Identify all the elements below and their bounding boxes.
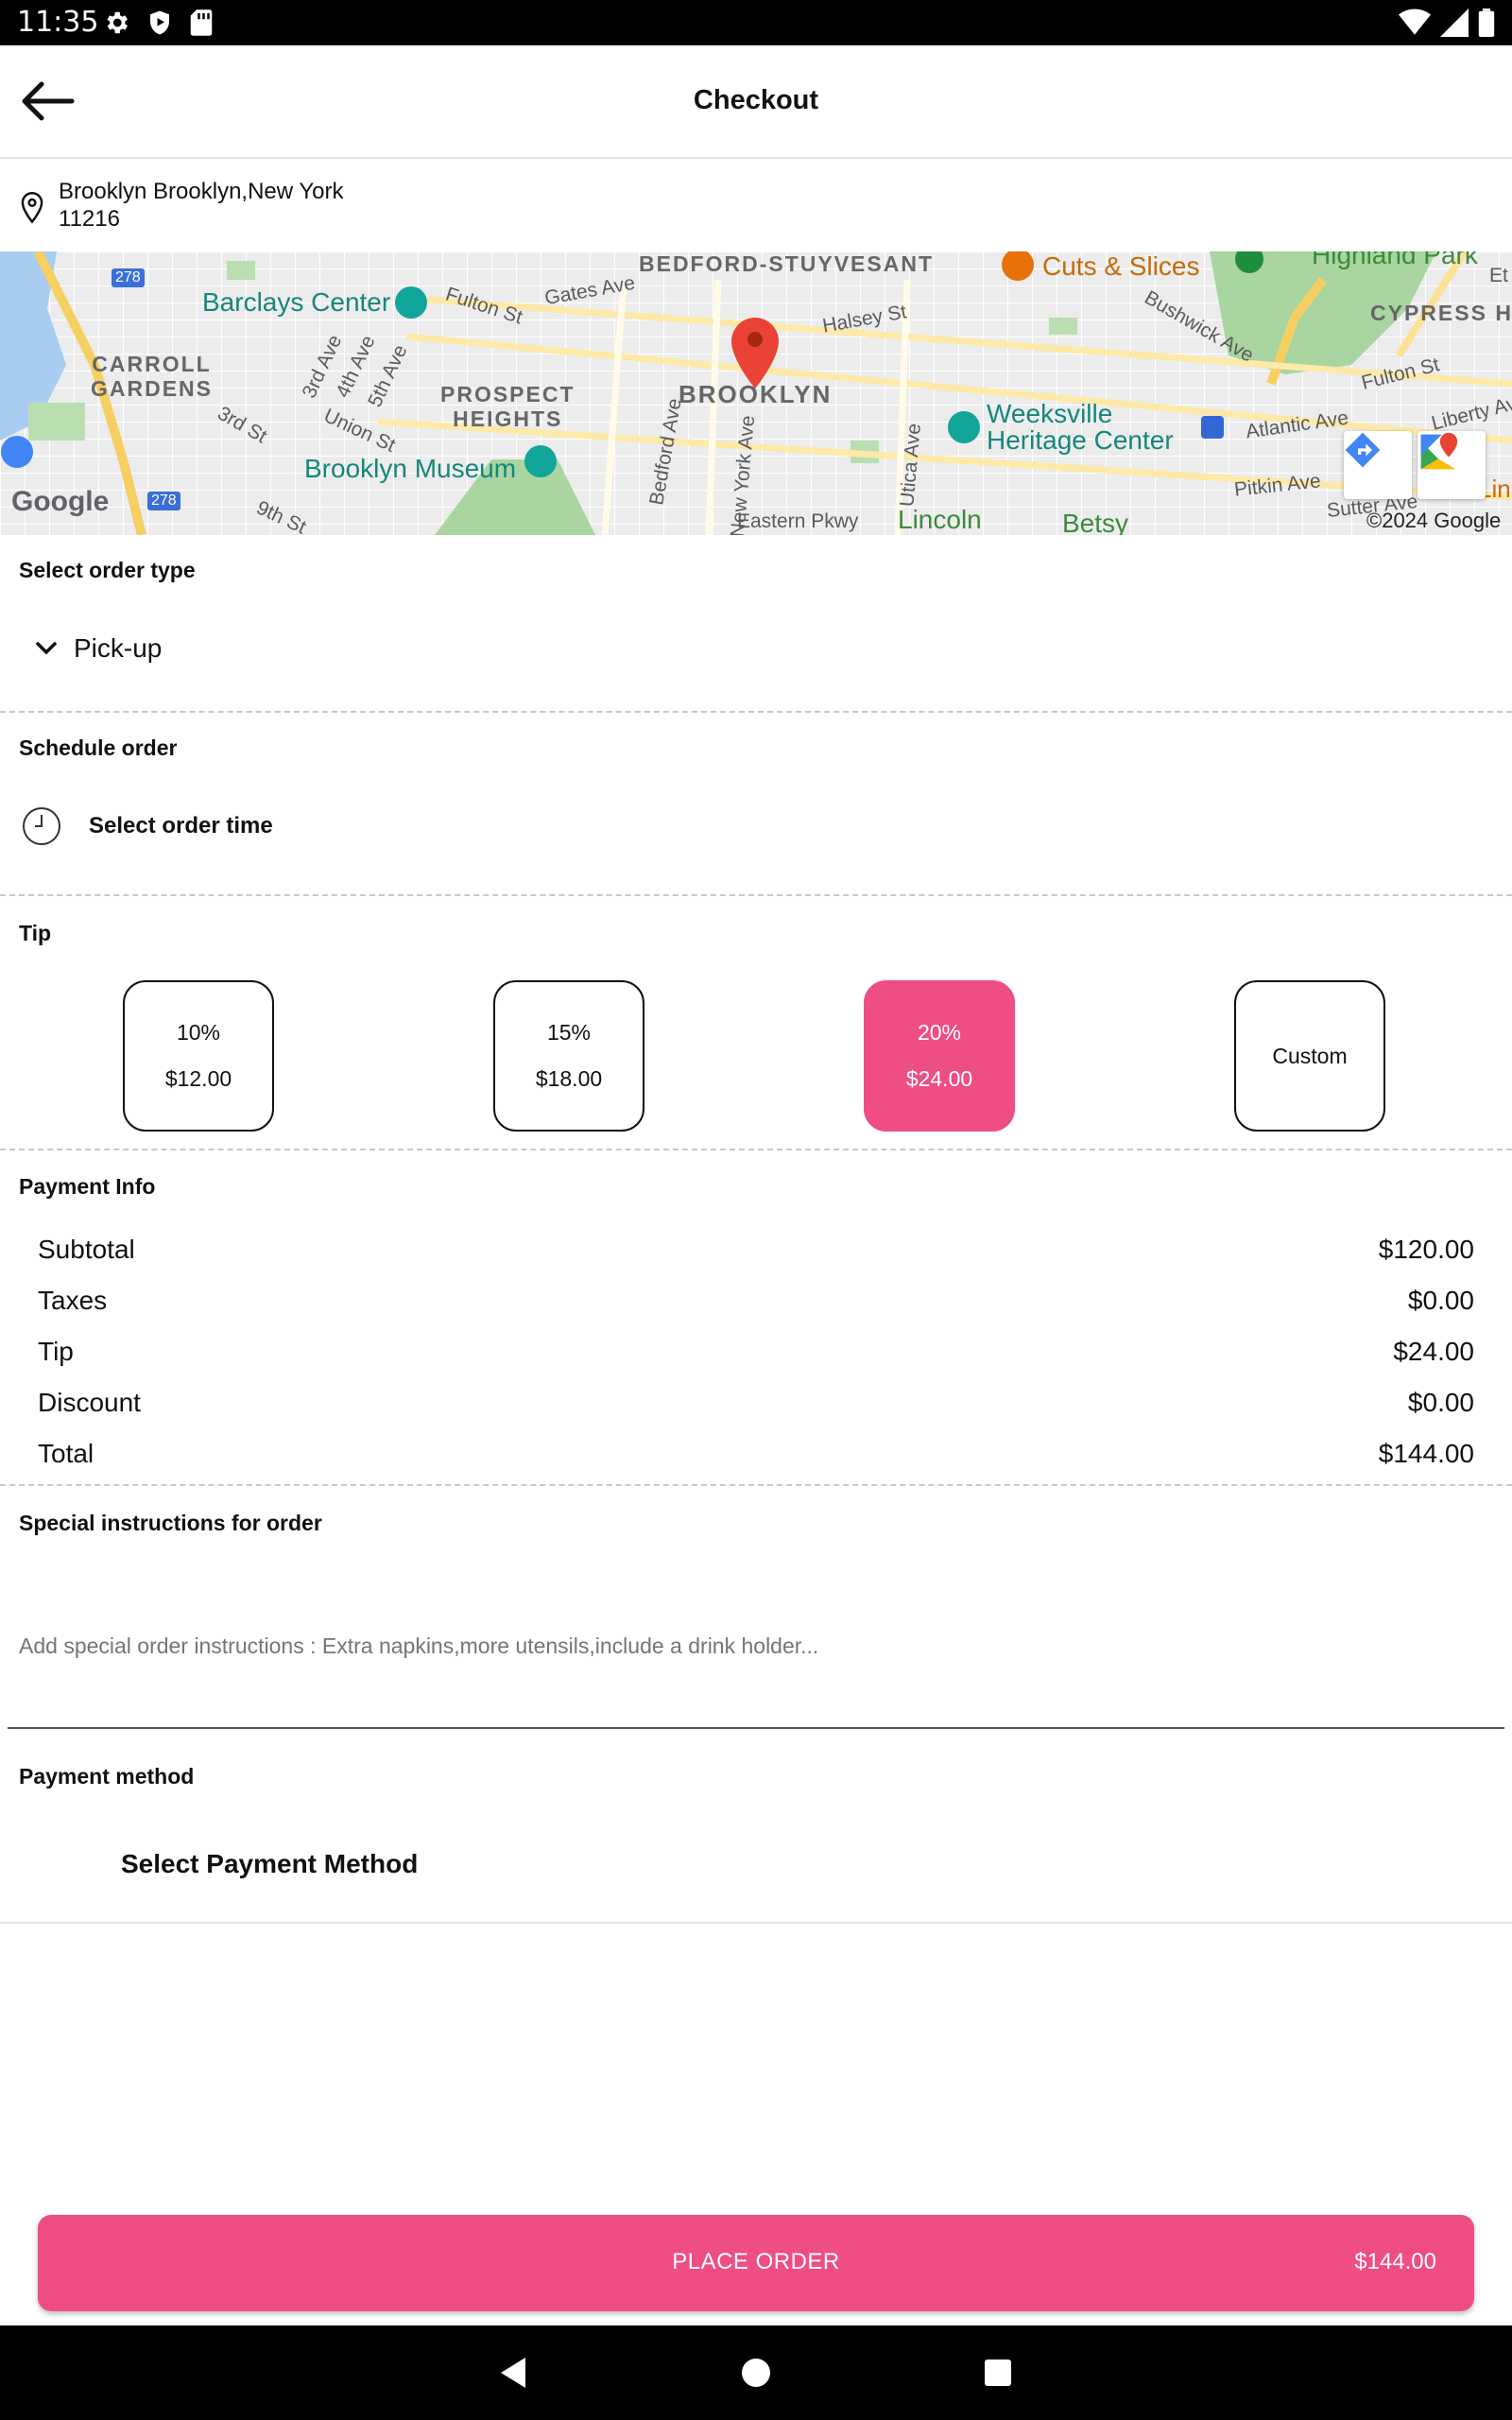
delivery-address: Brooklyn Brooklyn,New York 11216	[19, 178, 399, 233]
payment-row-label: Tip	[38, 1337, 74, 1366]
wifi-icon	[1399, 9, 1431, 35]
select-order-time-label: Select order time	[89, 813, 273, 838]
payment-row-value: $0.00	[1407, 1388, 1474, 1417]
address-line1: Brooklyn Brooklyn,New York	[59, 179, 344, 204]
tip-amount: $18.00	[535, 1066, 603, 1091]
place-order-label: PLACE ORDER	[672, 2249, 840, 2274]
payment-row-subtotal: Subtotal $120.00	[38, 1235, 1474, 1272]
directions-button[interactable]	[1344, 431, 1412, 499]
payment-row-label: Total	[38, 1439, 94, 1468]
divider	[0, 1149, 1512, 1150]
order-type-value: Pick-up	[74, 633, 163, 663]
map-label: Eastern Pkwy	[737, 510, 859, 532]
system-nav-bar	[0, 2325, 1512, 2420]
divider	[0, 1484, 1512, 1486]
select-payment-method[interactable]: Select Payment Method	[121, 1849, 418, 1879]
payment-row-value: $0.00	[1407, 1286, 1474, 1315]
map-label: CYPRESS H	[1370, 301, 1512, 325]
map-label: Barclays Center	[202, 287, 391, 317]
tip-percent: 10%	[176, 1020, 221, 1045]
shield-play-icon	[150, 10, 169, 35]
payment-row-tip: Tip $24.00	[38, 1337, 1474, 1374]
payment-row-value: $120.00	[1378, 1235, 1474, 1264]
tip-option-20[interactable]: 20% $24.00	[864, 980, 1015, 1132]
chevron-down-icon	[36, 642, 57, 655]
tip-amount: $24.00	[905, 1066, 973, 1091]
map-label: BEDFORD-STUYVESANT	[639, 251, 935, 276]
special-instructions-title: Special instructions for order	[19, 1511, 322, 1535]
order-type-title: Select order type	[19, 558, 196, 582]
payment-row-label: Discount	[38, 1388, 141, 1417]
special-instructions-input[interactable]	[19, 1634, 1493, 1659]
tip-title: Tip	[19, 921, 52, 945]
status-time: 11:35	[17, 6, 99, 39]
sd-card-icon	[190, 9, 213, 36]
gear-icon	[107, 11, 128, 34]
nav-home-icon[interactable]	[733, 2350, 779, 2395]
page-title: Checkout	[693, 85, 819, 115]
select-order-time[interactable]: Select order time	[21, 805, 273, 847]
divider	[0, 894, 1512, 896]
tip-option-custom[interactable]: Custom	[1234, 980, 1385, 1132]
signal-icon	[1440, 9, 1469, 37]
payment-row-label: Taxes	[38, 1286, 108, 1315]
highway-shield: 278	[112, 268, 145, 287]
clock-icon	[23, 807, 60, 845]
divider	[0, 1922, 1512, 1924]
payment-row-label: Subtotal	[38, 1235, 135, 1264]
payment-row-total: Total $144.00	[38, 1439, 1474, 1477]
map-label: PROSPECT HEIGHTS	[440, 382, 576, 431]
payment-row-value: $24.00	[1393, 1337, 1474, 1366]
app-bar: Checkout	[0, 45, 1512, 159]
payment-row-discount: Discount $0.00	[38, 1388, 1474, 1426]
map-label: Brooklyn Museum	[304, 454, 517, 483]
tip-amount: $12.00	[164, 1066, 232, 1091]
google-maps-icon	[1420, 432, 1458, 470]
payment-info-title: Payment Info	[19, 1174, 156, 1199]
tip-percent: 20%	[917, 1020, 962, 1045]
map-label: BROOKLYN	[679, 380, 833, 408]
directions-icon	[1345, 432, 1381, 468]
google-logo: Google	[11, 486, 110, 517]
map-label: Cuts & Slices	[1042, 251, 1200, 281]
divider	[0, 711, 1512, 713]
tip-percent: 15%	[546, 1020, 592, 1045]
map-label: Betsy	[1062, 509, 1129, 535]
location-pin-icon	[21, 192, 43, 224]
battery-icon	[1478, 9, 1495, 37]
tip-option-15[interactable]: 15% $18.00	[493, 980, 644, 1132]
nav-recents-icon[interactable]	[975, 2350, 1021, 2395]
map-label: Highland Park	[1312, 251, 1478, 269]
order-type-dropdown[interactable]: Pick-up	[34, 633, 162, 664]
payment-row-taxes: Taxes $0.00	[38, 1286, 1474, 1323]
status-bar: 11:35	[0, 0, 1512, 45]
place-order-amount: $144.00	[1354, 2249, 1436, 2274]
map-label: Et	[1489, 265, 1508, 286]
map-label: Weeksville Heritage Center	[987, 399, 1174, 455]
tip-option-10[interactable]: 10% $12.00	[123, 980, 274, 1132]
address-line2: 11216	[59, 206, 120, 232]
payment-row-value: $144.00	[1378, 1439, 1474, 1468]
nav-back-icon[interactable]	[491, 2350, 537, 2395]
map-label: CARROLL GARDENS	[91, 352, 214, 401]
place-order-button[interactable]: PLACE ORDER $144.00	[38, 2215, 1474, 2311]
schedule-title: Schedule order	[19, 735, 178, 760]
tip-custom-label: Custom	[1272, 1043, 1348, 1068]
input-underline	[8, 1727, 1504, 1729]
open-in-maps-button[interactable]	[1418, 431, 1486, 499]
map-label: Lincoln	[898, 505, 982, 534]
payment-method-title: Payment method	[19, 1764, 195, 1789]
map-copyright: ©2024 Google	[1366, 509, 1502, 532]
highway-shield: 278	[147, 492, 180, 510]
map-view[interactable]: BEDFORD-STUYVESANT Cuts & Slices Highlan…	[0, 251, 1512, 535]
